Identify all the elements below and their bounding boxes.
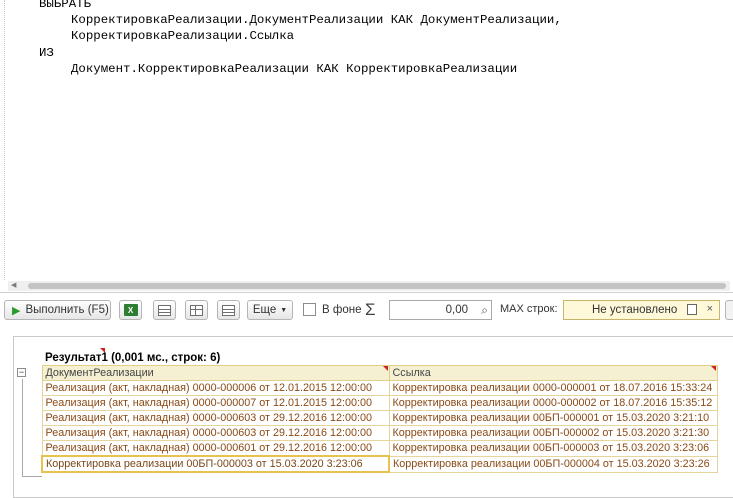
table-row-selected[interactable]: Корректировка реализации 00БП-000003 от … [41,455,718,473]
horizontal-scrollbar[interactable]: ◀ [8,281,730,291]
marker-icon [382,366,388,371]
table-row[interactable]: Реализация (акт, накладная) 0000-000007 … [41,395,718,411]
tree-line [22,379,23,477]
chevron-down-icon: ▼ [280,306,288,314]
query-line: КорректировкаРеализации.ДокументРеализац… [71,13,562,28]
query-line: ИЗ [39,45,54,60]
table-cell[interactable]: Реализация (акт, накладная) 0000-000603 … [41,410,390,426]
editor-gutter [0,0,5,280]
table-header-row: ДокументРеализации Ссылка [41,365,718,381]
marker-icon [710,366,716,371]
more-button[interactable]: Еще ▼ [247,300,293,320]
play-icon: ▶ [12,304,21,317]
table-cell[interactable]: Корректировка реализации 00БП-000003 от … [388,440,718,457]
background-label: В фоне [322,303,362,316]
spreadsheet-icon: X [123,304,138,316]
result-title: Результат1 (0,001 мс., строк: 6) [45,352,221,364]
calculator-icon[interactable] [687,304,697,315]
query-toolbar: ▶ Выполнить (F5) X Еще ▼ В фоне Σ 0,00 ⌕… [0,297,733,327]
max-rows-field[interactable]: Не установлено × [563,300,720,320]
query-text[interactable]: ВЫБРАТЬ КорректировкаРеализации.Документ… [39,0,562,77]
clear-icon[interactable]: × [707,303,713,315]
table-cell[interactable]: Корректировка реализации 0000-000002 от … [388,395,718,411]
tree-line [22,476,42,477]
table-row[interactable]: Реализация (акт, накладная) 0000-000601 … [41,440,718,457]
more-button-label: Еще [252,304,277,316]
max-rows-label: MAX строк: [500,303,558,315]
table-cell[interactable]: Реализация (акт, накладная) 0000-000007 … [41,395,390,411]
table-cell[interactable]: Корректировка реализации 00БП-000002 от … [388,425,718,441]
max-rows-value: Не установлено [592,304,678,316]
background-checkbox[interactable]: В фоне [303,303,361,316]
scrollbar-thumb[interactable] [28,283,726,289]
magnifier-icon[interactable]: ⌕ [481,303,488,318]
sum-field[interactable]: 0,00 ⌕ [389,300,492,320]
collapse-icon[interactable]: − [17,368,26,377]
sum-icon[interactable]: Σ [365,300,376,320]
table-cell-selected[interactable]: Корректировка реализации 00БП-000003 от … [41,455,390,473]
column-header[interactable]: ДокументРеализации [41,365,390,381]
query-line: ВЫБРАТЬ [39,0,92,11]
list-icon [158,304,171,316]
table-cell[interactable]: Реализация (акт, накладная) 0000-000603 … [41,425,390,441]
table-view-button[interactable] [185,300,208,320]
toolbar-overflow-button[interactable] [725,300,733,320]
table-icon [190,304,203,316]
query-editor[interactable]: ВЫБРАТЬ КорректировкаРеализации.Документ… [0,0,733,293]
query-line: КорректировкаРеализации.Ссылка [71,29,295,44]
list-view-button[interactable] [153,300,176,320]
sum-value: 0,00 [445,304,468,316]
run-button[interactable]: ▶ Выполнить (F5) [4,300,111,320]
export-excel-button[interactable]: X [119,300,142,320]
table-cell[interactable]: Реализация (акт, накладная) 0000-000601 … [41,440,390,457]
table-cell[interactable]: Реализация (акт, накладная) 0000-000006 … [41,380,390,396]
grid-icon [222,304,235,316]
column-header-label: Ссылка [392,367,431,379]
table-row[interactable]: Реализация (акт, накладная) 0000-000006 … [41,380,718,396]
scroll-left-icon[interactable]: ◀ [11,282,16,290]
grid-view-button[interactable] [217,300,240,320]
results-panel: − Результат1 (0,001 мс., строк: 6) Докум… [13,336,733,498]
table-row[interactable]: Реализация (акт, накладная) 0000-000603 … [41,410,718,426]
results-table: ДокументРеализации Ссылка Реализация (ак… [41,365,718,473]
table-row[interactable]: Реализация (акт, накладная) 0000-000603 … [41,425,718,441]
checkbox-box[interactable] [303,303,316,316]
column-header-label: ДокументРеализации [45,367,154,379]
table-cell[interactable]: Корректировка реализации 0000-000001 от … [388,380,718,396]
table-cell[interactable]: Корректировка реализации 00БП-000001 от … [388,410,718,426]
table-cell[interactable]: Корректировка реализации 00БП-000004 от … [388,455,718,473]
marker-icon [100,348,105,353]
column-header[interactable]: Ссылка [388,365,718,381]
run-button-label: Выполнить (F5) [25,304,109,316]
query-line: Документ.КорректировкаРеализации КАК Кор… [71,61,518,76]
